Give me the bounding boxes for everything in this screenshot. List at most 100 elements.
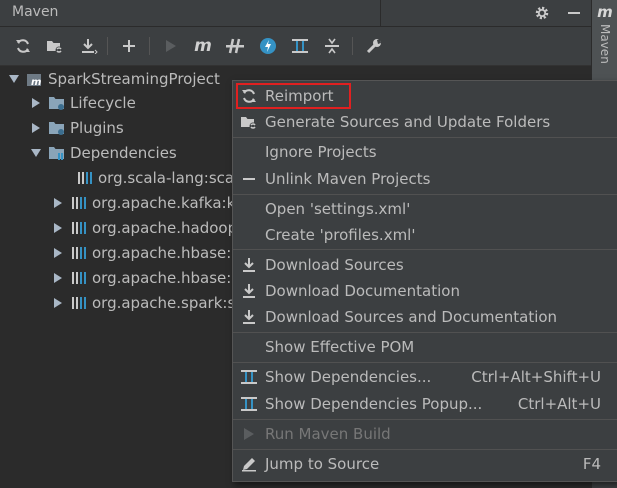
- minus-icon: [239, 169, 259, 189]
- expand-arrow-icon[interactable]: [30, 147, 42, 159]
- toggle-offline-icon[interactable]: [224, 35, 246, 57]
- dependency-label: org.apache.kafka:k: [92, 193, 236, 212]
- shortcut-label: F4: [582, 455, 601, 473]
- add-icon[interactable]: [118, 35, 140, 57]
- menu-item-reimport[interactable]: Reimport: [233, 83, 617, 109]
- menu-label: Show Dependencies...: [265, 368, 432, 386]
- library-icon: [70, 220, 88, 236]
- tree-label: Dependencies: [70, 143, 177, 162]
- menu-label: Download Sources: [265, 256, 404, 274]
- expand-arrow-icon[interactable]: [8, 73, 20, 85]
- toolbar-separator: [352, 37, 353, 55]
- collapsed-arrow-icon[interactable]: [30, 122, 42, 134]
- menu-label: Jump to Source: [265, 455, 380, 473]
- skip-tests-icon[interactable]: [257, 35, 279, 57]
- gear-folder-icon: [48, 95, 66, 111]
- menu-separator: [233, 249, 617, 250]
- dependency-label: org.scala-lang:scala: [98, 168, 248, 187]
- menu-label: Create 'profiles.xml': [265, 226, 416, 244]
- dependency-item[interactable]: org.apache.kafka:k: [52, 190, 235, 215]
- maven-icon: m: [597, 3, 613, 21]
- collapse-all-icon[interactable]: [321, 35, 343, 57]
- download-icon: [239, 307, 259, 327]
- dependency-label: org.apache.spark:s: [92, 293, 236, 312]
- maven-side-tab-label: Maven: [598, 24, 612, 64]
- library-icon: [76, 170, 94, 186]
- shortcut-label: Ctrl+Alt+U: [517, 395, 601, 413]
- library-icon: [70, 295, 88, 311]
- pencil-icon: [239, 454, 259, 474]
- menu-item-create-profiles[interactable]: Create 'profiles.xml': [233, 222, 617, 248]
- library-icon: [70, 195, 88, 211]
- header-divider: [380, 0, 381, 26]
- run-icon: [160, 35, 182, 57]
- menu-separator: [233, 137, 617, 138]
- menu-item-ignore-projects[interactable]: Ignore Projects: [233, 139, 617, 165]
- menu-item-download-both[interactable]: Download Sources and Documentation: [233, 304, 617, 330]
- maven-toolbar: m: [0, 27, 591, 66]
- show-dependencies-icon: [239, 367, 259, 387]
- minimize-icon[interactable]: [563, 2, 585, 24]
- dependency-item[interactable]: org.apache.spark:s: [52, 290, 235, 315]
- menu-item-download-docs[interactable]: Download Documentation: [233, 278, 617, 304]
- tree-label: Lifecycle: [70, 93, 136, 112]
- dependency-label: org.apache.hadoop: [92, 218, 238, 237]
- wrench-icon[interactable]: [363, 35, 385, 57]
- collapsed-arrow-icon[interactable]: [52, 272, 64, 284]
- menu-separator: [233, 332, 617, 333]
- menu-label: Run Maven Build: [265, 425, 391, 443]
- dependencies-folder-icon: [48, 145, 66, 161]
- collapsed-arrow-icon[interactable]: [52, 247, 64, 259]
- tree-node-lifecycle[interactable]: Lifecycle: [30, 90, 136, 115]
- dependency-item[interactable]: org.apache.hbase:l: [52, 265, 236, 290]
- tree-node-plugins[interactable]: Plugins: [30, 115, 124, 140]
- reimport-all-icon[interactable]: [12, 35, 34, 57]
- collapsed-arrow-icon[interactable]: [52, 297, 64, 309]
- menu-item-download-sources[interactable]: Download Sources: [233, 252, 617, 278]
- dependency-item[interactable]: org.scala-lang:scala: [76, 165, 247, 190]
- context-menu: Reimport Generate Sources and Update Fol…: [232, 80, 617, 482]
- tree-node-dependencies[interactable]: Dependencies: [30, 140, 177, 165]
- menu-label: Show Effective POM: [265, 338, 415, 356]
- toolbar-separator: [149, 37, 150, 55]
- menu-separator: [233, 194, 617, 195]
- shortcut-label: Ctrl+Alt+Shift+U: [471, 368, 601, 386]
- collapsed-arrow-icon[interactable]: [30, 97, 42, 109]
- menu-label: Open 'settings.xml': [265, 200, 411, 218]
- plugin-folder-icon: [48, 120, 66, 136]
- toolbar-separator: [107, 37, 108, 55]
- menu-item-show-dependencies-popup[interactable]: Show Dependencies Popup... Ctrl+Alt+U: [233, 391, 617, 417]
- menu-item-effective-pom[interactable]: Show Effective POM: [233, 334, 617, 360]
- download-icon: [239, 281, 259, 301]
- collapsed-arrow-icon[interactable]: [52, 197, 64, 209]
- maven-side-tab[interactable]: m Maven: [592, 0, 617, 84]
- menu-item-show-dependencies[interactable]: Show Dependencies... Ctrl+Alt+Shift+U: [233, 364, 617, 390]
- menu-item-run-maven-build: Run Maven Build: [233, 421, 617, 447]
- menu-label: Download Documentation: [265, 282, 460, 300]
- project-name: SparkStreamingProject: [48, 69, 220, 88]
- menu-item-jump-to-source[interactable]: Jump to Source F4: [233, 451, 617, 477]
- menu-label: Generate Sources and Update Folders: [265, 113, 551, 131]
- tree-node-project[interactable]: m SparkStreamingProject: [8, 66, 220, 91]
- execute-goal-icon[interactable]: m: [192, 35, 214, 57]
- menu-separator: [233, 419, 617, 420]
- show-dependencies-icon[interactable]: [289, 35, 311, 57]
- menu-item-open-settings[interactable]: Open 'settings.xml': [233, 196, 617, 222]
- library-icon: [70, 270, 88, 286]
- gear-icon[interactable]: [531, 2, 553, 24]
- dependency-label: org.apache.hbase:l: [92, 243, 236, 262]
- dependency-item[interactable]: org.apache.hbase:l: [52, 240, 236, 265]
- svg-text:m: m: [31, 77, 41, 87]
- menu-label: Show Dependencies Popup...: [265, 395, 483, 413]
- menu-item-generate-sources[interactable]: Generate Sources and Update Folders: [233, 109, 617, 135]
- collapsed-arrow-icon[interactable]: [52, 222, 64, 234]
- tree-label: Plugins: [70, 118, 124, 137]
- run-icon: [239, 424, 259, 444]
- library-icon: [70, 245, 88, 261]
- menu-item-unlink[interactable]: Unlink Maven Projects: [233, 166, 617, 192]
- generate-sources-icon[interactable]: [44, 35, 66, 57]
- menu-label: Unlink Maven Projects: [265, 170, 431, 188]
- dependency-item[interactable]: org.apache.hadoop: [52, 215, 237, 240]
- download-icon[interactable]: [78, 35, 100, 57]
- show-dependencies-icon: [239, 394, 259, 414]
